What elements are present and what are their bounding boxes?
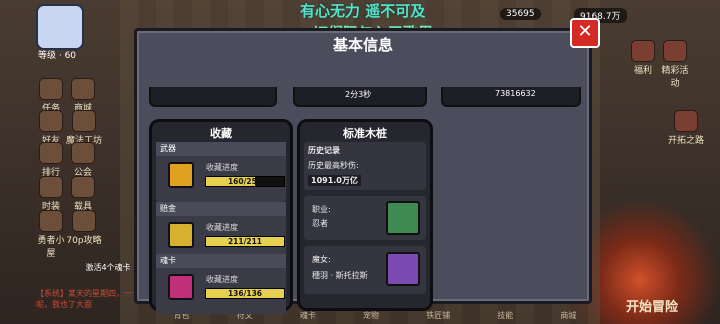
pioneer-icon	[674, 110, 698, 132]
collection-title: 收藏	[210, 127, 232, 140]
progress-text: 211/211	[227, 237, 263, 246]
menu-fashion[interactable]: 时装	[38, 176, 64, 212]
nav-pet[interactable]: 宠物	[363, 310, 379, 321]
nav-blacksmith[interactable]: 铁匠铺	[426, 310, 450, 321]
job-row: 职业: 忍者	[304, 196, 426, 240]
history-label: 历史记录	[308, 146, 340, 155]
fashion-icon	[39, 176, 63, 198]
progress-label: 收藏进度	[206, 223, 238, 232]
demon-portrait	[386, 252, 420, 286]
menu-quest[interactable]: 任务	[38, 78, 64, 114]
guide-icon	[72, 210, 96, 232]
menu-hero-house[interactable]: 勇者小屋	[34, 210, 68, 259]
menu-friends[interactable]: 好友	[38, 110, 64, 146]
gold-icon	[168, 222, 194, 248]
modal-title: 基本信息	[332, 36, 393, 54]
menu-vehicle[interactable]: 载具	[70, 176, 96, 212]
basic-info-modal: 基本信息 2分3秒 73816632 收藏 武器 收藏进度 160/255 赔金…	[134, 28, 592, 314]
collection-soulcard: 魂卡 收藏进度 136/136	[156, 254, 286, 314]
progress-label: 收藏进度	[206, 163, 238, 172]
friends-icon	[39, 110, 63, 132]
progress-text: 160/255	[227, 177, 263, 186]
demon-value: 穗羽 · 斯托拉斯	[312, 271, 368, 280]
top-stat-number: 73816632	[495, 89, 536, 98]
top-stat-right: 73816632	[441, 87, 581, 107]
player-avatar[interactable]	[36, 4, 84, 50]
menu-guild[interactable]: 公会	[70, 142, 96, 178]
weapon-icon	[168, 162, 194, 188]
top-stat-middle: 2分3秒	[293, 87, 427, 107]
event-text[interactable]: 激活4个魂卡	[80, 262, 136, 273]
demon-label: 魔女:	[312, 255, 331, 264]
job-label: 职业:	[312, 205, 331, 214]
category-name: 赔金	[156, 202, 286, 216]
collection-weapon: 武器 收藏进度 160/255	[156, 142, 286, 202]
max-dps-value: 1091.0万亿	[308, 175, 361, 186]
collection-gold: 赔金 收藏进度 211/211	[156, 202, 286, 262]
training-dummy-panel: 标准木桩 历史记录 历史最高秒伤: 1091.0万亿 职业: 忍者 魔女: 穗羽…	[297, 119, 433, 311]
history-record: 历史记录 历史最高秒伤: 1091.0万亿	[304, 142, 426, 190]
menu-welfare[interactable]: 福利	[628, 40, 658, 76]
category-name: 武器	[156, 142, 286, 156]
house-icon	[39, 210, 63, 232]
top-stat-left	[149, 87, 277, 107]
progress-label: 收藏进度	[206, 275, 238, 284]
banner-line-1: 有心无力 遥不可及	[300, 2, 426, 20]
vehicle-icon	[71, 176, 95, 198]
shop-icon	[71, 78, 95, 100]
menu-pioneer-road[interactable]: 开拓之路	[664, 110, 708, 146]
guild-icon	[71, 142, 95, 164]
ranking-icon	[39, 142, 63, 164]
menu-guide[interactable]: 70p攻略	[66, 210, 102, 246]
resource-counter-1: 35695	[500, 8, 541, 20]
menu-events[interactable]: 精彩活动	[660, 40, 690, 89]
start-adventure-button[interactable]: 开始冒险	[626, 296, 678, 315]
close-button[interactable]: ✕	[570, 18, 600, 48]
training-title: 标准木桩	[343, 127, 387, 140]
workshop-icon	[72, 110, 96, 132]
progress-bar: 136/136	[205, 288, 285, 299]
collection-panel: 收藏 武器 收藏进度 160/255 赔金 收藏进度 211/211 魂卡 收藏…	[149, 119, 293, 314]
nav-skill[interactable]: 技能	[497, 310, 513, 321]
job-value: 忍者	[312, 219, 328, 228]
category-name: 魂卡	[156, 254, 286, 268]
ninja-portrait	[386, 201, 420, 235]
events-icon	[663, 40, 687, 62]
soulcard-icon	[168, 274, 194, 300]
menu-magic-workshop[interactable]: 魔法工坊	[64, 110, 104, 146]
max-dps-label: 历史最高秒伤:	[308, 161, 359, 170]
progress-text: 136/136	[227, 289, 263, 298]
chat-message[interactable]: 【系统】某天的星期四，一呢，我也了大面	[36, 288, 132, 310]
player-level: 等级 · 60	[38, 51, 77, 61]
nav-mall[interactable]: 商城	[560, 310, 576, 321]
quest-icon	[39, 78, 63, 100]
welfare-icon	[631, 40, 655, 62]
demon-row: 魔女: 穗羽 · 斯托拉斯	[304, 246, 426, 294]
top-stat-time: 2分3秒	[345, 90, 372, 99]
progress-bar: 211/211	[205, 236, 285, 247]
menu-shop[interactable]: 商城	[70, 78, 96, 114]
nav-soulcard[interactable]: 魂卡	[300, 310, 316, 321]
progress-bar: 160/255	[205, 176, 285, 187]
